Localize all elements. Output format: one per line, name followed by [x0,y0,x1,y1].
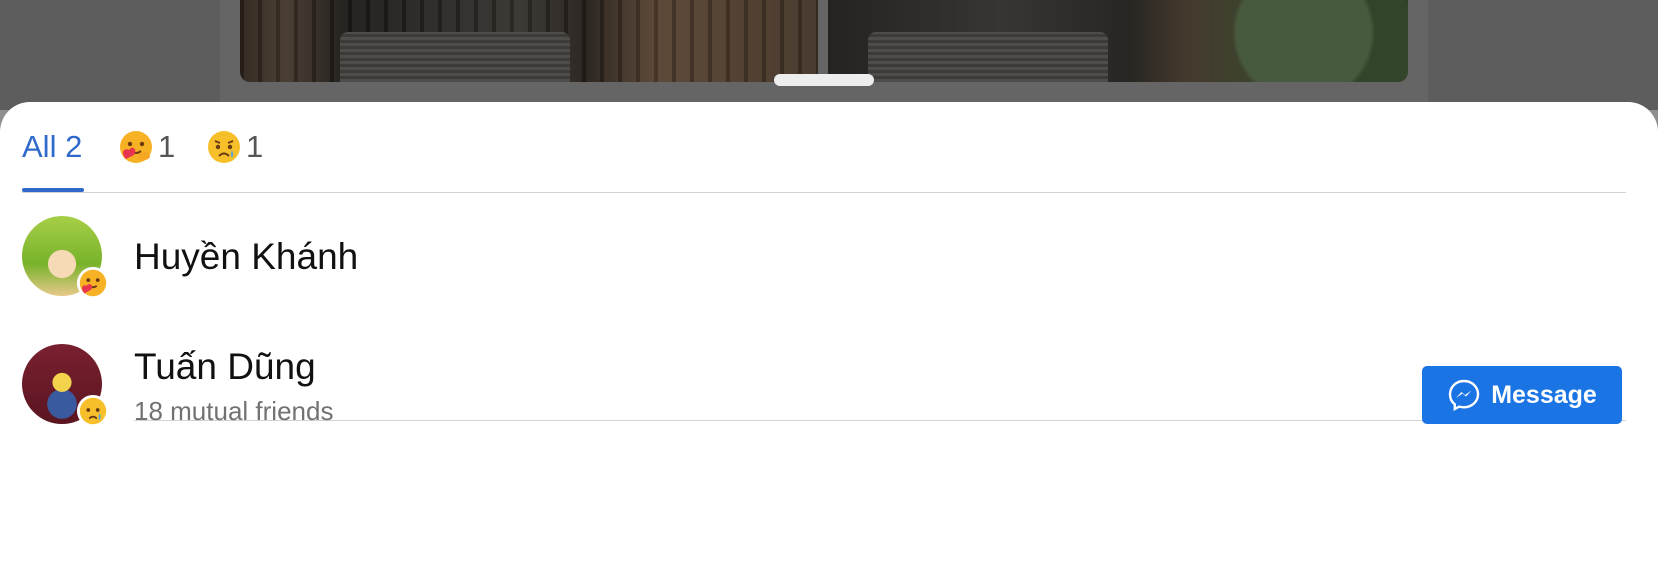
tab-all-label: All 2 [22,129,83,164]
message-button[interactable]: Message [1422,366,1622,424]
tab-sad[interactable]: 1 [206,126,263,168]
care-reaction-icon [120,131,152,163]
message-button-label: Message [1491,380,1597,409]
list-item[interactable]: Huyền Khánh [0,214,1658,320]
sheet-drag-handle[interactable] [774,74,874,86]
backdrop-dim[interactable] [0,0,1658,110]
reaction-tabs: All 2 1 1 [22,102,1626,193]
person-name[interactable]: Huyền Khánh [134,236,358,278]
tab-care[interactable]: 1 [118,126,175,168]
sad-reaction-icon [76,394,110,428]
tab-all[interactable]: All 2 [22,126,85,192]
list-item[interactable]: Tuấn Dũng 18 mutual friends Message [0,340,1658,450]
person-name[interactable]: Tuấn Dũng [134,346,316,388]
mutual-friends: 18 mutual friends [134,396,334,426]
messenger-icon [1448,379,1480,412]
reactions-sheet: All 2 1 1 Huyền Khánh Tuấn Dũng 18 mutua… [0,102,1658,562]
tab-sad-count: 1 [246,129,264,164]
tab-care-count: 1 [158,129,176,164]
sad-reaction-icon [208,131,240,163]
care-reaction-icon [76,266,110,300]
active-tab-underline [22,188,85,192]
